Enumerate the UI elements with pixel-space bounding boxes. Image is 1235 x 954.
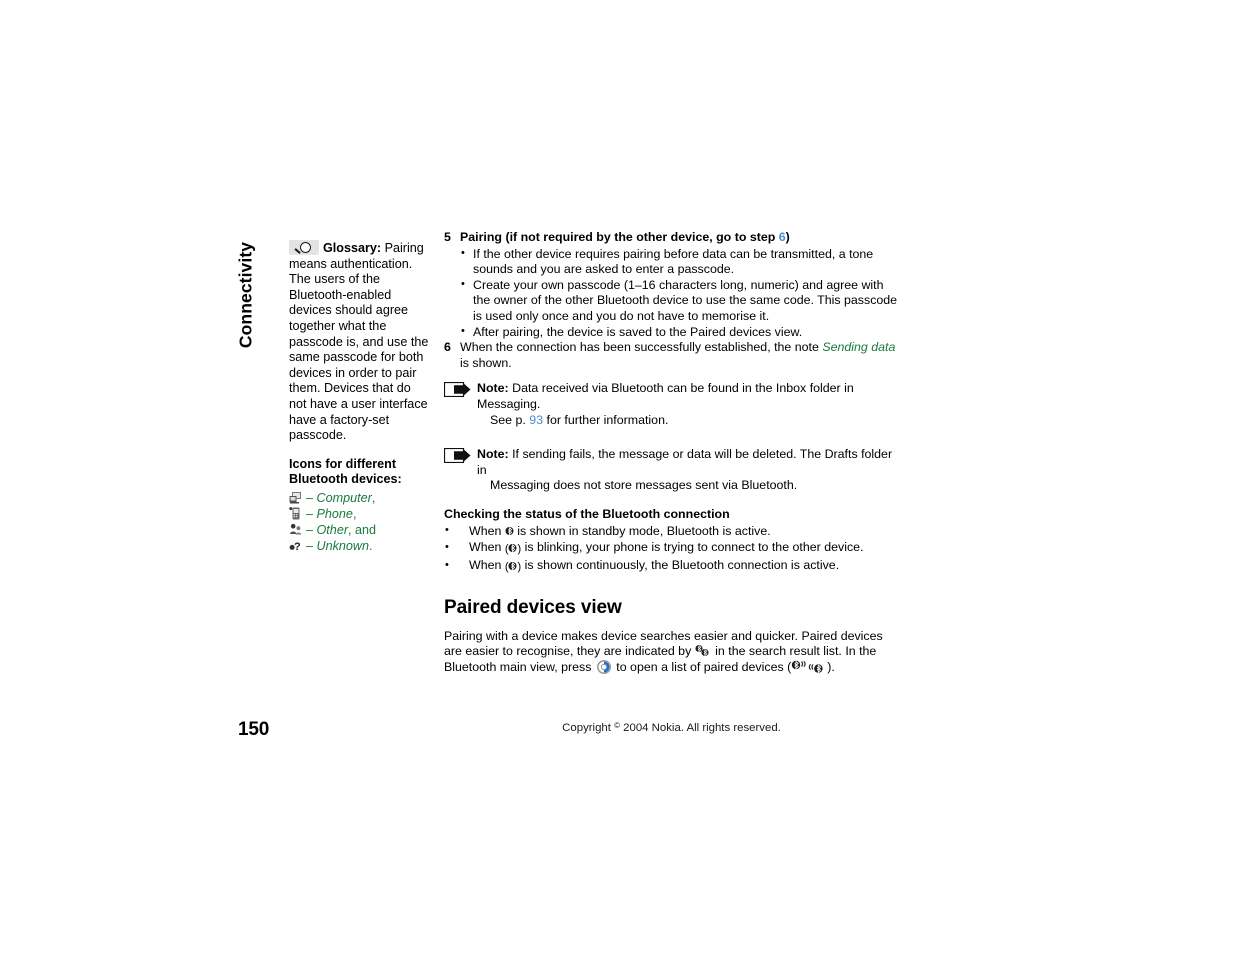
page-title: Paired devices view: [444, 596, 622, 618]
note-label: Note:: [477, 381, 509, 396]
magnifier-icon: [289, 240, 319, 255]
glossary-note: Glossary: Pairing means authentication. …: [289, 240, 429, 444]
navigation-key-icon: [596, 659, 611, 674]
icons-heading-line2: Bluetooth devices:: [289, 472, 402, 487]
status-before: When: [469, 558, 505, 573]
list-item: When is shown in standby mode, Bluetooth…: [444, 522, 899, 539]
step-number: 6: [444, 340, 451, 355]
list-item: If the other device requires pairing bef…: [460, 246, 899, 278]
step-6: 6 When the connection has been successfu…: [444, 340, 899, 371]
glossary-text: Pairing means authentication. The users …: [289, 241, 429, 443]
glossary-label: Glossary:: [323, 241, 382, 255]
paired-paragraph: Pairing with a device makes device searc…: [444, 629, 899, 676]
device-dash: –: [306, 539, 314, 554]
unknown-device-icon: ?: [289, 539, 302, 552]
phone-icon: [289, 506, 302, 520]
status-section-heading: Checking the status of the Bluetooth con…: [444, 506, 730, 521]
device-tail: , and: [348, 522, 377, 537]
status-before: When: [469, 523, 505, 538]
step-title-tail: ): [785, 230, 790, 244]
note-text: Note: If sending fails, the message or d…: [477, 447, 899, 494]
paired-text-4: ).: [827, 659, 835, 674]
note-line2-before: See p.: [490, 412, 530, 427]
chapter-tab: Connectivity: [232, 230, 260, 360]
device-tail: ,: [352, 506, 357, 521]
step-6-after: is shown.: [460, 355, 512, 370]
list-item: – Other, and: [289, 522, 429, 538]
step-5-bullets: If the other device requires pairing bef…: [460, 246, 899, 341]
note-text-line1: Data received via Bluetooth can be found…: [477, 381, 854, 411]
copyright-after: 2004 Nokia. All rights reserved.: [620, 722, 781, 734]
paired-text-3: to open a list of paired devices (: [612, 659, 792, 674]
device-dash: –: [306, 490, 314, 505]
step-6-text: When the connection has been successfull…: [460, 340, 899, 371]
note-block-drafts: Note: If sending fails, the message or d…: [444, 447, 899, 494]
note-label: Note:: [477, 447, 509, 462]
note-block-inbox: Note: Data received via Bluetooth can be…: [444, 381, 899, 428]
status-list: When is shown in standby mode, Bluetooth…: [444, 522, 899, 576]
device-term: Phone: [316, 506, 353, 521]
list-item: – Phone,: [289, 506, 429, 522]
note-name: Sending data: [822, 340, 896, 355]
list-item: When ( ) is blinking, your phone is tryi…: [444, 539, 899, 557]
device-tail: .: [369, 539, 373, 554]
note-text-line2: Messaging does not store messages sent v…: [490, 478, 798, 493]
device-icon-list: – Computer, – Phone, – Other, and ? – Un…: [289, 490, 429, 555]
step-number: 5: [444, 230, 451, 244]
status-before: When: [469, 540, 505, 555]
paired-devices-icon: [695, 645, 712, 657]
device-term: Computer: [316, 490, 372, 505]
device-term: Other: [316, 522, 349, 537]
copyright-before: Copyright: [562, 722, 615, 734]
note-arrow-icon: [444, 382, 476, 398]
page-link[interactable]: 93: [529, 413, 543, 427]
list-item: Create your own passcode (1–16 character…: [460, 277, 899, 325]
list-item: ? – Unknown.: [289, 538, 429, 554]
step-title-text: Pairing (if not required by the other de…: [460, 230, 779, 244]
step-5: 5 Pairing (if not required by the other …: [444, 230, 899, 340]
device-dash: –: [306, 522, 314, 537]
list-item: – Computer,: [289, 490, 429, 506]
step-6-before: When the connection has been successfull…: [460, 340, 823, 355]
copyright-notice: Copyright © 2004 Nokia. All rights reser…: [444, 721, 899, 734]
bluetooth-connection-icon: [791, 660, 827, 674]
status-after: is shown continuously, the Bluetooth con…: [521, 558, 840, 573]
other-device-icon: [289, 523, 302, 536]
page-number: 150: [238, 719, 270, 740]
computer-icon: [289, 491, 302, 504]
device-dash: –: [306, 506, 314, 521]
sidebar-column: Glossary: Pairing means authentication. …: [289, 240, 429, 554]
step-title: Pairing (if not required by the other de…: [460, 230, 899, 246]
note-arrow-icon: [444, 448, 476, 464]
device-term: Unknown: [316, 539, 370, 554]
list-item: After pairing, the device is saved to th…: [460, 324, 899, 341]
bluetooth-icon: [505, 526, 514, 536]
icons-heading-line1: Icons for different: [289, 456, 397, 471]
list-item: When ( ) is shown continuously, the Blue…: [444, 557, 899, 575]
note-text: Note: Data received via Bluetooth can be…: [477, 381, 899, 428]
note-text-line2: See p. 93 for further information.: [477, 413, 899, 429]
note-line2-after: for further information.: [543, 412, 669, 427]
main-content: 5 Pairing (if not required by the other …: [444, 230, 899, 675]
svg-text:?: ?: [294, 541, 301, 552]
chapter-tab-label: Connectivity: [235, 241, 256, 349]
step-link[interactable]: 6: [779, 230, 786, 244]
status-after: is shown in standby mode, Bluetooth is a…: [513, 523, 771, 538]
bluetooth-connecting-icon: ( ): [504, 543, 522, 556]
device-tail: ,: [371, 490, 376, 505]
bluetooth-connected-icon: ( ): [504, 561, 522, 574]
note-text-line1: If sending fails, the message or data wi…: [477, 447, 893, 477]
status-after: is blinking, your phone is trying to con…: [521, 540, 864, 555]
